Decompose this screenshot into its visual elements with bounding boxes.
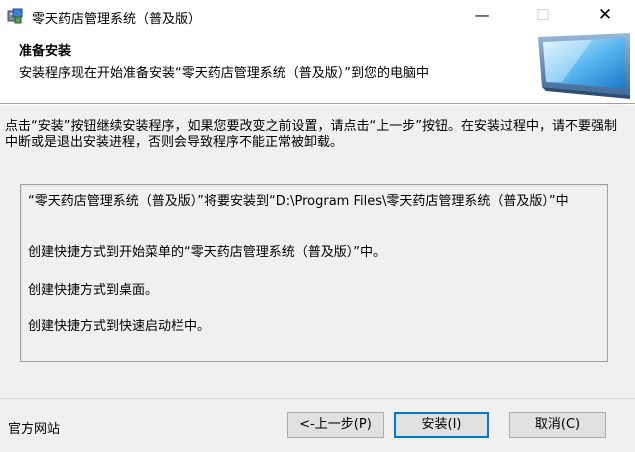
footer-divider: [0, 398, 635, 399]
install-button[interactable]: 安装(I): [394, 412, 489, 438]
summary-start-menu: 创建快捷方式到开始菜单的“零天药店管理系统（普及版）”中。: [28, 245, 386, 260]
wizard-footer: 官方网站 <-上一步(P) 安装(I) 取消(C): [0, 398, 635, 452]
page-description: 安装程序现在开始准备安装“零天药店管理系统（普及版）”到您的电脑中: [19, 66, 429, 81]
summary-quick-launch: 创建快捷方式到快速启动栏中。: [28, 319, 211, 334]
cancel-button[interactable]: 取消(C): [509, 412, 606, 438]
maximize-button[interactable]: ☐: [520, 0, 566, 31]
installer-app-icon: [7, 8, 23, 24]
close-button[interactable]: ✕: [582, 0, 628, 31]
instruction-text: 点击“安装”按钮继续安装程序，如果您要改变之前设置，请点击“上一步”按钮。在安装…: [5, 119, 617, 150]
wizard-header: 准备安装 安装程序现在开始准备安装“零天药店管理系统（普及版）”到您的电脑中: [0, 31, 635, 103]
install-summary-box[interactable]: “零天药店管理系统（普及版）”将要安装到“D:\Program Files\零天…: [20, 184, 608, 362]
computer-monitor-icon: [538, 33, 630, 99]
wizard-body: 点击“安装”按钮继续安装程序，如果您要改变之前设置，请点击“上一步”按钮。在安装…: [0, 105, 635, 398]
title-bar[interactable]: 零天药店管理系统（普及版） — ☐ ✕: [0, 0, 635, 31]
back-button[interactable]: <-上一步(P): [287, 412, 384, 438]
official-site-link[interactable]: 官方网站: [8, 418, 60, 437]
summary-desktop: 创建快捷方式到桌面。: [28, 283, 159, 298]
window-title: 零天药店管理系统（普及版）: [32, 12, 202, 27]
minimize-button[interactable]: —: [459, 0, 505, 31]
page-title: 准备安装: [19, 44, 72, 59]
summary-install-path: “零天药店管理系统（普及版）”将要安装到“D:\Program Files\零天…: [28, 194, 569, 209]
